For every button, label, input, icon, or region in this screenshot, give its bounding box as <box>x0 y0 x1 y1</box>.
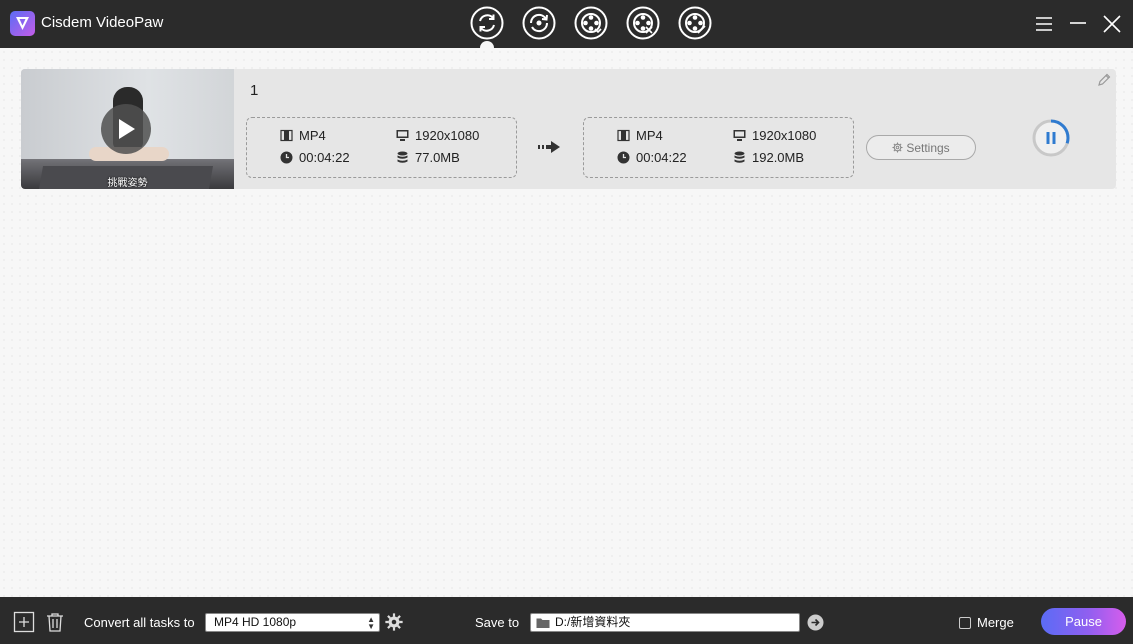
video-thumbnail[interactable]: 挑戰姿勢 <box>21 69 234 189</box>
task-list-area: 挑戰姿勢 1 MP4 1920x1080 00:04:22 77.0MB MP4… <box>0 48 1133 597</box>
select-arrows-icon: ▲ ▼ <box>367 615 375 631</box>
thumbnail-caption: 挑戰姿勢 <box>107 178 148 189</box>
source-resolution: 1920x1080 <box>396 128 479 143</box>
minimize-icon <box>1070 22 1086 24</box>
output-format-select[interactable]: MP4 HD 1080p ▲ ▼ <box>205 613 380 632</box>
output-duration: 00:04:22 <box>617 150 687 165</box>
convert-all-label: Convert all tasks to <box>84 615 195 630</box>
film-reel-compress-icon <box>626 6 660 40</box>
task-name: 1 <box>250 82 259 99</box>
source-info-box: MP4 1920x1080 00:04:22 77.0MB <box>246 117 517 178</box>
pause-icon <box>1046 132 1050 144</box>
play-button[interactable] <box>101 104 151 154</box>
clock-icon <box>617 151 630 164</box>
menu-button[interactable] <box>1032 12 1056 36</box>
film-icon <box>280 129 293 142</box>
output-size: 192.0MB <box>733 150 804 165</box>
bottom-bar: Convert all tasks to MP4 HD 1080p ▲ ▼ Sav… <box>0 597 1133 644</box>
save-to-label: Save to <box>475 615 520 630</box>
reel-compress-mode-button[interactable] <box>626 6 660 40</box>
convert-icon <box>470 6 504 40</box>
reel-download-mode-button[interactable] <box>574 6 608 40</box>
title-bar: Cisdem VideoPaw <box>0 0 1133 48</box>
save-path-field[interactable]: D:/新增資料夾 <box>530 613 800 632</box>
edit-pencil-icon[interactable] <box>1096 72 1112 88</box>
close-button[interactable] <box>1100 12 1124 36</box>
add-icon <box>13 611 35 633</box>
merge-label: Merge <box>977 615 1014 630</box>
database-icon <box>397 151 408 163</box>
output-resolution: 1920x1080 <box>733 128 816 143</box>
arrow-right-circle-icon <box>807 614 824 631</box>
format-settings-button[interactable] <box>384 612 404 632</box>
active-mode-indicator <box>480 41 494 48</box>
film-reel-edit-icon <box>678 6 712 40</box>
settings-button[interactable]: Settings <box>866 135 976 160</box>
pause-all-button[interactable]: Pause <box>1041 608 1126 635</box>
gear-icon <box>385 613 403 631</box>
task-row[interactable]: 挑戰姿勢 1 MP4 1920x1080 00:04:22 77.0MB MP4… <box>21 69 1116 189</box>
film-icon <box>617 129 630 142</box>
source-size: 77.0MB <box>396 150 460 165</box>
close-icon <box>1103 15 1121 33</box>
folder-icon <box>536 618 550 628</box>
add-file-button[interactable] <box>13 611 35 633</box>
convert-mode-button[interactable] <box>470 6 504 40</box>
monitor-icon <box>396 130 409 141</box>
play-icon <box>119 119 135 139</box>
gear-icon <box>892 142 903 153</box>
app-title: Cisdem VideoPaw <box>41 14 164 31</box>
hamburger-menu-icon <box>1036 17 1052 31</box>
trash-icon <box>47 613 63 632</box>
convert-arrow-icon <box>538 141 560 153</box>
output-info-box[interactable]: MP4 1920x1080 00:04:22 192.0MB <box>583 117 854 178</box>
open-folder-button[interactable] <box>807 614 824 631</box>
minimize-button[interactable] <box>1066 12 1090 36</box>
output-format: MP4 <box>617 128 663 143</box>
progress-pause-button[interactable] <box>1031 118 1071 158</box>
delete-button[interactable] <box>44 611 66 633</box>
merge-checkbox[interactable] <box>959 617 971 629</box>
reel-edit-mode-button[interactable] <box>678 6 712 40</box>
source-format: MP4 <box>280 128 326 143</box>
clock-icon <box>280 151 293 164</box>
rotate-icon <box>522 6 556 40</box>
rotate-mode-button[interactable] <box>522 6 556 40</box>
monitor-icon <box>733 130 746 141</box>
database-icon <box>734 151 745 163</box>
film-reel-download-icon <box>574 6 608 40</box>
source-duration: 00:04:22 <box>280 150 350 165</box>
app-logo-icon <box>10 11 35 36</box>
